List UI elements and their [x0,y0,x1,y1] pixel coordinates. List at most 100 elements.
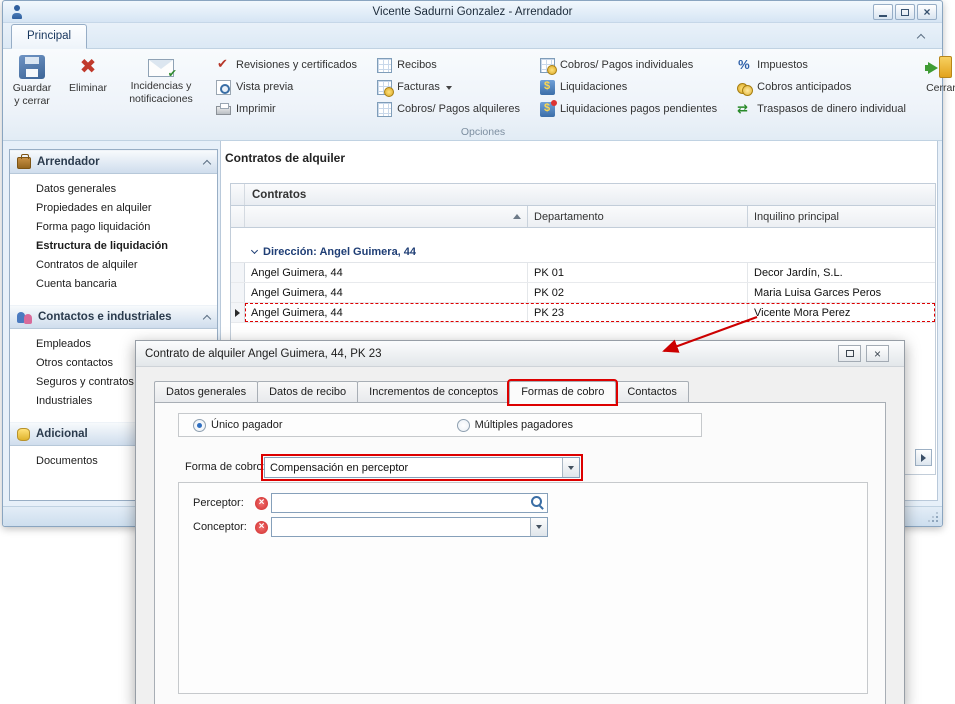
table-row[interactable]: Angel Guimera, 44 PK 02 Maria Luisa Garc… [231,283,935,303]
traspasos-dinero-label: Traspasos de dinero individual [757,103,906,115]
sidebar-item-estructura-de-liquidacion[interactable]: Estructura de liquidación [10,237,217,256]
forma-de-cobro-dropdown[interactable]: Compensación en perceptor [264,457,580,478]
imprimir-button[interactable]: Imprimir [212,99,361,119]
briefcase-icon [17,157,31,169]
column-header-inquilino[interactable]: Inquilino principal [748,206,935,227]
payments-icon [540,58,555,73]
cobros-anticipados-label: Cobros anticipados [757,81,851,93]
tab-contactos[interactable]: Contactos [615,381,689,404]
dialog-close-button[interactable]: × [866,345,889,362]
user-icon [10,5,24,19]
revisiones-certificados-button[interactable]: Revisiones y certificados [212,55,361,75]
cell-departamento: PK 02 [528,283,748,302]
grid-band-caption: Contratos [245,184,935,205]
tab-datos-generales[interactable]: Datos generales [154,381,258,404]
cell-inquilino: Decor Jardín, S.L. [748,263,935,282]
perceptor-groupbox: Perceptor: × Conceptor: × [178,482,868,694]
grid-group-row[interactable]: Dirección: Angel Guimera, 44 [231,241,935,263]
sidebar-group-title: Arrendador [37,156,100,168]
tab-incrementos-de-conceptos[interactable]: Incrementos de conceptos [357,381,510,404]
dialog-window-controls: × [838,345,889,362]
cobros-anticipados-button[interactable]: Cobros anticipados [733,77,910,97]
grid-band-row: Contratos [231,184,935,206]
perceptor-row: Perceptor: × [179,493,867,513]
sidebar-item-cuenta-bancaria[interactable]: Cuenta bancaria [10,275,217,294]
radio-checked-icon [193,419,206,432]
tab-datos-de-recibo[interactable]: Datos de recibo [257,381,358,404]
cell-direccion: Angel Guimera, 44 [245,303,528,322]
traspasos-dinero-button[interactable]: Traspasos de dinero individual [733,99,910,119]
search-icon [531,496,544,509]
grid-scroll-right-button[interactable] [915,449,932,466]
sidebar-item-forma-pago-liquidacion[interactable]: Forma pago liquidación [10,218,217,237]
sidebar-group-header-arrendador[interactable]: Arrendador [10,150,217,174]
perceptor-input[interactable] [271,493,548,513]
conceptor-dropdown[interactable] [271,517,548,537]
contract-dialog: Contrato de alquiler Angel Guimera, 44, … [135,340,905,704]
cerrar-button[interactable]: Cerrar [916,51,955,125]
conceptor-row: Conceptor: × [179,517,867,537]
liquidaciones-pendientes-button[interactable]: Liquidaciones pagos pendientes [536,99,721,119]
maximize-button[interactable] [895,4,915,20]
ribbon-group-recibos: Recibos Facturas Cobros/ Pagos alquilere… [370,51,527,125]
facturas-label: Facturas [397,81,440,93]
cobros-pagos-alquileres-label: Cobros/ Pagos alquileres [397,103,520,115]
collapse-chevron-icon[interactable] [251,247,258,254]
cobros-pagos-individuales-label: Cobros/ Pagos individuales [560,59,693,71]
eliminar-button[interactable]: Eliminar [63,51,113,125]
table-row-selected[interactable]: Angel Guimera, 44 PK 23 Vicente Mora Per… [231,303,935,323]
incidencias-button[interactable]: Incidencias y notificaciones [119,51,203,125]
facturas-button[interactable]: Facturas [373,77,524,97]
ribbon-collapse-button[interactable] [910,29,932,44]
guardar-y-cerrar-button[interactable]: Guardar y cerrar [7,51,57,125]
dropdown-button[interactable] [562,458,579,477]
ribbon-tab-row: Principal [3,23,942,49]
cell-direccion: Angel Guimera, 44 [245,283,528,302]
sidebar-group-header-contactos[interactable]: Contactos e industriales [10,305,217,329]
cobros-pagos-alquileres-button[interactable]: Cobros/ Pagos alquileres [373,99,524,119]
multiples-pagadores-label: Múltiples pagadores [475,419,573,431]
chevron-up-icon [917,34,925,42]
table-row[interactable]: Angel Guimera, 44 PK 01 Decor Jardín, S.… [231,263,935,283]
grid-spacer [231,228,935,241]
minimize-button[interactable] [873,4,893,20]
dialog-tab-panel: Único pagador Múltiples pagadores Forma … [154,402,886,704]
transfer-icon [737,102,752,117]
delete-icon [75,55,101,79]
radio-multiples-pagadores[interactable]: Múltiples pagadores [457,419,573,432]
unico-pagador-label: Único pagador [211,419,283,431]
dropdown-button[interactable] [530,518,547,536]
lookup-button[interactable] [529,495,546,510]
forma-de-cobro-label: Forma de cobro: [185,461,266,473]
dropdown-caret-icon [445,80,454,95]
dialog-restore-button[interactable] [838,345,861,362]
cell-departamento: PK 01 [528,263,748,282]
recibos-button[interactable]: Recibos [373,55,524,75]
ribbon-group-caption: Opciones [213,126,753,138]
liquidaciones-button[interactable]: Liquidaciones [536,77,721,97]
cell-inquilino: Vicente Mora Perez [748,303,935,322]
window-controls: × [873,4,937,20]
column-header-departamento[interactable]: Departamento [528,206,748,227]
cerrar-label: Cerrar [926,82,955,95]
dialog-title: Contrato de alquiler Angel Guimera, 44, … [145,348,382,360]
impuestos-button[interactable]: Impuestos [733,55,910,75]
printer-icon [216,106,231,115]
required-error-icon: × [255,521,268,534]
vista-previa-button[interactable]: Vista previa [212,77,361,97]
tab-formas-de-cobro[interactable]: Formas de cobro [509,381,616,404]
guardar-y-cerrar-label: Guardar y cerrar [10,82,54,107]
check-icon [216,58,231,73]
window-title: Vicente Sadurni Gonzalez - Arrendador [3,6,942,18]
sidebar-item-contratos-de-alquiler[interactable]: Contratos de alquiler [10,256,217,275]
resize-grip[interactable] [926,510,940,524]
sidebar-item-propiedades-en-alquiler[interactable]: Propiedades en alquiler [10,199,217,218]
radio-unico-pagador[interactable]: Único pagador [193,419,283,432]
preview-icon [216,80,231,95]
column-header-direccion[interactable] [245,206,528,227]
cobros-pagos-individuales-button[interactable]: Cobros/ Pagos individuales [536,55,721,75]
sidebar-item-datos-generales[interactable]: Datos generales [10,180,217,199]
tab-principal[interactable]: Principal [11,24,87,49]
close-button[interactable]: × [917,4,937,20]
chevron-up-icon [203,159,211,167]
